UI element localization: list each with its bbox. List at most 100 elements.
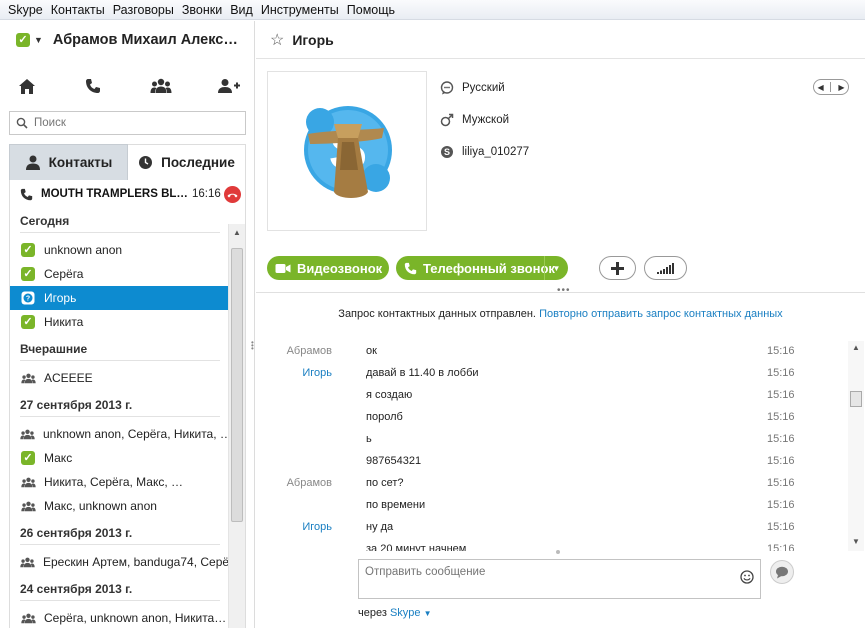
emoticon-icon[interactable] <box>740 570 754 587</box>
phone-icon <box>404 262 417 275</box>
chevron-down-icon[interactable]: ▼ <box>34 35 43 45</box>
chevron-right-icon[interactable]: ▶ <box>838 83 844 92</box>
list-item[interactable]: Ерескин Артем, banduga74, Серё… <box>10 550 241 574</box>
search-input[interactable] <box>34 117 234 129</box>
message-author[interactable]: Абрамов <box>287 345 332 357</box>
send-message-button[interactable] <box>770 560 794 584</box>
message-time: 15:16 <box>767 411 795 423</box>
pager-divider <box>830 82 832 92</box>
group-icon[interactable] <box>148 73 174 99</box>
scroll-up-icon[interactable]: ▲ <box>233 228 241 237</box>
section-today: Сегодня <box>20 214 220 233</box>
list-item[interactable]: ACEEEE <box>10 366 229 390</box>
add-button[interactable] <box>599 256 636 280</box>
search-box[interactable] <box>9 111 246 135</box>
message-text: за 20 минут начнем <box>366 543 467 551</box>
contact-name: unknown anon <box>44 243 123 257</box>
group-icon <box>20 557 35 568</box>
chat-message: 987654321 15:16 <box>256 451 848 473</box>
scrollbar-thumb[interactable] <box>850 391 862 407</box>
compose-resize-grip[interactable] <box>556 550 560 554</box>
nav-toolbar <box>0 73 255 99</box>
online-status-icon[interactable]: ✓ <box>16 33 30 47</box>
menu-conversations[interactable]: Разговоры <box>109 0 178 20</box>
video-call-button[interactable]: Видеозвонок <box>267 256 389 280</box>
menu-contacts[interactable]: Контакты <box>47 0 109 20</box>
resend-request-link[interactable]: Повторно отправить запрос контактных дан… <box>539 308 783 320</box>
message-time: 15:16 <box>767 499 795 511</box>
user-name[interactable]: Абрамов Михаил Алекс… <box>53 32 238 48</box>
online-status-icon: ✓ <box>20 315 36 329</box>
online-status-icon: ✓ <box>20 451 36 465</box>
list-item[interactable]: Серёга, unknown anon, Никита… <box>10 606 229 628</box>
message-time: 15:16 <box>767 345 795 357</box>
section-sep24: 24 сентября 2013 г. <box>20 582 220 601</box>
chat-bubble-icon <box>776 566 788 578</box>
tab-recent[interactable]: Последние <box>128 144 246 180</box>
user-status-selector[interactable]: ✓ ▼ Абрамов Михаил Алекс… <box>16 29 238 51</box>
list-item-selected[interactable]: ? Игорь <box>10 286 229 310</box>
list-item[interactable]: Никита, Серёга, Макс, … <box>10 470 229 494</box>
scrollbar-thumb[interactable] <box>231 248 243 522</box>
list-item[interactable]: Макс, unknown anon <box>10 494 229 518</box>
pending-contact-icon: ? <box>20 291 36 305</box>
contact-name: Никита <box>44 315 84 329</box>
menu-skype[interactable]: Skype <box>4 0 47 20</box>
list-item[interactable]: ✓ Серёга <box>10 262 229 286</box>
menu-view[interactable]: Вид <box>226 0 257 20</box>
scroll-down-icon[interactable]: ▼ <box>852 537 860 546</box>
list-item[interactable]: ✓ Макс <box>10 446 229 470</box>
tab-contacts[interactable]: Контакты <box>9 144 128 180</box>
message-author[interactable]: Абрамов <box>287 477 332 489</box>
favorite-star-icon[interactable]: ☆ <box>270 30 284 50</box>
skype-id-value: liliya_010277 <box>462 146 530 158</box>
chat-message: я создаю 15:16 <box>256 385 848 407</box>
signal-bars-icon <box>657 262 674 274</box>
phone-call-button[interactable]: Телефонный звонок ▼ <box>396 256 568 280</box>
menu-help[interactable]: Помощь <box>343 0 399 20</box>
home-icon[interactable] <box>14 73 40 99</box>
phone-call-label: Телефонный звонок <box>423 260 555 276</box>
group-icon <box>20 501 36 512</box>
contact-title: Игорь <box>292 31 334 48</box>
add-contact-icon[interactable] <box>216 73 242 99</box>
via-service-selector[interactable]: Skype ▼ <box>390 607 432 619</box>
list-item[interactable]: ✓ Никита <box>10 310 229 334</box>
message-time: 15:16 <box>767 521 795 533</box>
message-author[interactable]: Игорь <box>302 367 332 379</box>
message-compose-box[interactable] <box>358 559 761 599</box>
contact-name: Макс <box>44 451 73 465</box>
scroll-up-icon[interactable]: ▲ <box>852 343 860 352</box>
hangup-icon[interactable] <box>224 186 241 203</box>
message-input[interactable] <box>365 566 725 592</box>
search-icon <box>16 117 28 129</box>
list-item[interactable]: ✓ unknown anon <box>10 238 229 262</box>
list-item[interactable]: unknown anon, Серёга, Никита, … <box>10 422 232 446</box>
contact-name: Макс, unknown anon <box>44 499 157 513</box>
message-time: 15:16 <box>767 367 795 379</box>
contact-list-scrollbar[interactable]: ▲ ▼ <box>228 224 245 628</box>
chevron-left-icon[interactable]: ◀ <box>817 83 823 92</box>
phone-icon <box>20 188 33 201</box>
message-text: по времени <box>366 499 426 511</box>
contact-name: ACEEEE <box>44 371 93 385</box>
contact-name: Игорь <box>44 291 77 305</box>
message-text: ну да <box>366 521 394 533</box>
profile-pager[interactable]: ◀ ▶ <box>813 79 849 95</box>
call-quality-button[interactable] <box>644 256 687 280</box>
chat-scrollbar[interactable]: ▲ ▼ <box>848 341 864 551</box>
panel-splitter[interactable]: • • • <box>251 339 254 353</box>
contact-name: Серёга, unknown anon, Никита… <box>44 611 227 625</box>
via-service-label: Skype <box>389 607 421 619</box>
tab-recent-label: Последние <box>161 155 235 170</box>
menu-tools[interactable]: Инструменты <box>257 0 343 20</box>
menu-calls[interactable]: Звонки <box>178 0 226 20</box>
message-time: 15:16 <box>767 477 795 489</box>
chat-message: Абрамов ок 15:16 <box>256 341 848 363</box>
call-options-dropdown[interactable]: ▼ <box>544 256 568 280</box>
active-call-row[interactable]: MOUTH TRAMPLERS BL… 16:16 <box>10 180 245 208</box>
resize-grip[interactable]: ••• <box>557 285 571 296</box>
phone-icon[interactable] <box>80 73 106 99</box>
group-icon <box>20 373 36 384</box>
message-author[interactable]: Игорь <box>302 521 332 533</box>
